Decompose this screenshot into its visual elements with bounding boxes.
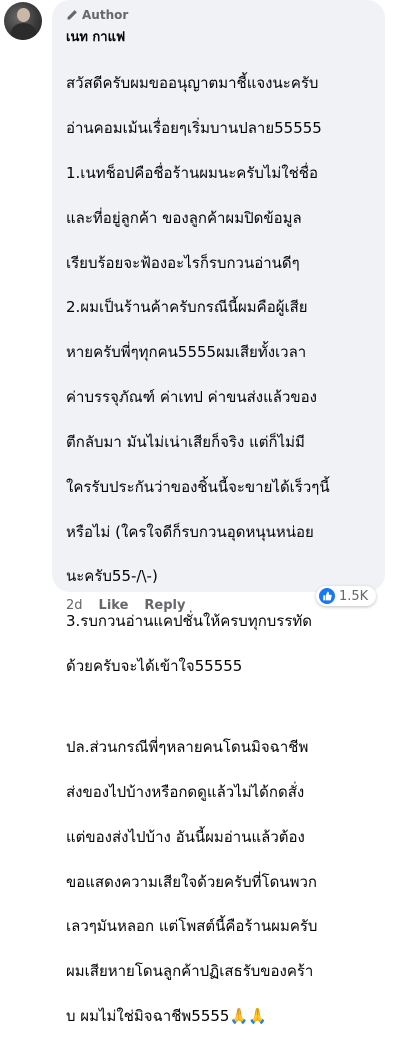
comment-line: เรียบร้อยจะฟ้องอะไรก็รบกวนอ่านดีๆ	[66, 253, 300, 272]
comment-text: สวัสดีครับผมขออนุญาตมาชี้แจงนะครับ อ่านค…	[66, 50, 378, 1064]
comment-actions: 2d Like Reply	[66, 598, 185, 613]
comment-timestamp[interactable]: 2d	[66, 598, 83, 613]
avatar-head	[17, 8, 30, 22]
comment-paragraph-2: ปล.ส่วนกรณีพี่ๆหลายคนโดนมิจฉาชีพ ส่งของไ…	[66, 714, 378, 1050]
comment-line: ปล.ส่วนกรณีพี่ๆหลายคนโดนมิจฉาชีพ	[66, 738, 309, 757]
comment-line: 1.เนทช็อปคือชื่อร้านผมนะครับไม่ใช่ชื่อ	[66, 164, 318, 183]
reaction-count[interactable]: 1.5K	[316, 586, 377, 606]
comment-line: สวัสดีครับผมขออนุญาตมาชี้แจงนะครับ	[66, 74, 319, 93]
reply-button[interactable]: Reply	[144, 598, 185, 613]
comment-author-name[interactable]: เนท กาแฟ	[66, 26, 125, 47]
comment-line: ผมเสียหายโดนลูกค้าปฏิเสธรับของคร้า	[66, 962, 314, 981]
comment-line: นะครับ55-/\-)	[66, 567, 158, 586]
author-badge: Author	[66, 8, 128, 22]
comment-line: เลวๆมันหลอก แต่โพสต์นี้คือร้านผมครับ	[66, 917, 318, 936]
comment-line: ขอแสดงความเสียใจด้วยครับที่โดนพวก	[66, 872, 318, 891]
pencil-icon	[67, 10, 77, 20]
comment-line: ค่าบรรจุภัณฑ์ ค่าเทป ค่าขนส่งแล้วของ	[66, 388, 317, 407]
thumbs-up-icon	[319, 588, 335, 604]
comment-line: ใครรับประกันว่าของชิ้นนี้จะขายได้เร็วๆนี…	[66, 477, 330, 496]
author-badge-label: Author	[82, 8, 129, 22]
comment-line: ด้วยครับจะได้เข้าใจ55555	[66, 656, 243, 675]
comment-line: บ ผมไม่ใช่มิจฉาชีพ5555🙏🙏	[66, 1007, 267, 1026]
comment-line: ตีกลับมา มันไม่เน่าเสียก็จริง แต่ก็ไม่มี	[66, 432, 305, 451]
comment-line: หายครับพี่ๆทุกคน5555ผมเสียทั้งเวลา	[66, 343, 307, 362]
comment-line: 2.ผมเป็นร้านค้าครับกรณีนี้ผมคือผู้เสีย	[66, 298, 308, 317]
comment-line: แต่ของส่งไปบ้าง อันนี้ผมอ่านแล้วต้อง	[66, 827, 305, 846]
reaction-count-label: 1.5K	[339, 588, 369, 604]
avatar[interactable]	[4, 2, 42, 40]
comment-line: ส่งของไปบ้างหรือกดดูแล้วไม่ได้กดสั่ง	[66, 783, 305, 801]
avatar-body	[11, 23, 36, 40]
comment-line: อ่านคอมเม้นเรื่อยๆเริ่มบานปลาย55555	[66, 119, 322, 138]
like-button[interactable]: Like	[99, 598, 129, 613]
comment-line: และที่อยู่ลูกค้า ของลูกค้าผมปิดข้อมูล	[66, 208, 302, 227]
comment-line: หรือไม่ (ใครใจดีก็รบกวนอุดหนุนหน่อย	[66, 522, 314, 541]
